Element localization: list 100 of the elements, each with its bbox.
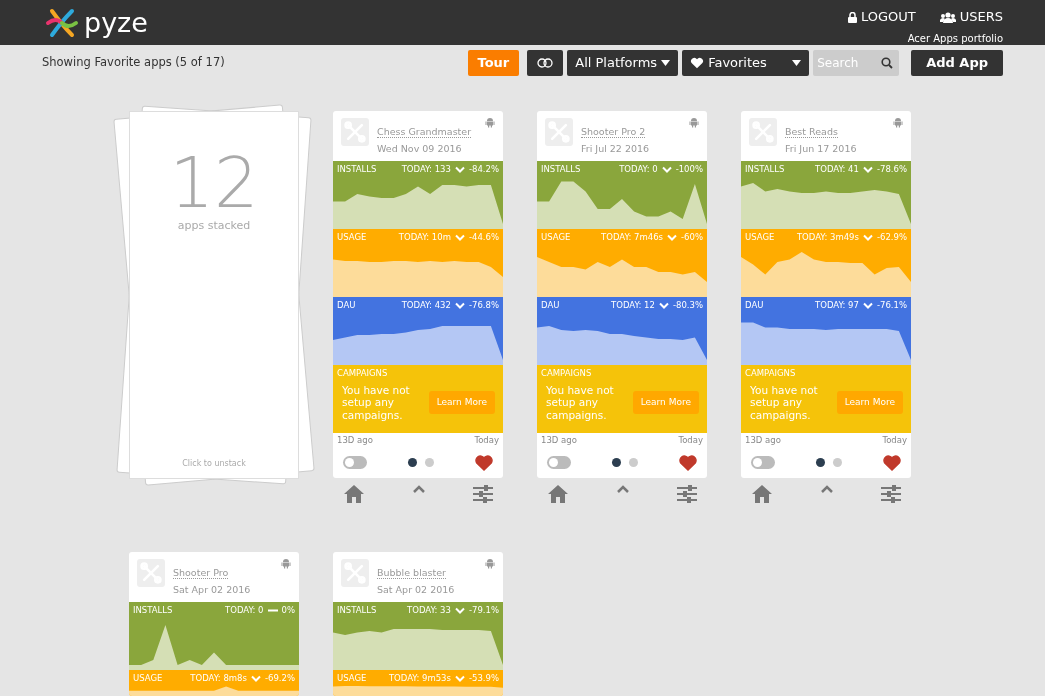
toggle-switch[interactable] bbox=[343, 456, 367, 470]
app-date: Wed Nov 09 2016 bbox=[377, 142, 463, 156]
campaigns-message: You have not setup any campaigns. bbox=[341, 383, 411, 422]
app-name-link[interactable]: Shooter Pro 2 bbox=[581, 126, 646, 138]
stack-count: 12 bbox=[169, 148, 259, 218]
range-start-label: 13D ago bbox=[745, 434, 781, 447]
page-dot[interactable] bbox=[816, 458, 825, 468]
page-dot[interactable] bbox=[612, 458, 621, 468]
android-icon bbox=[485, 117, 495, 128]
change-value: -62.9% bbox=[876, 231, 907, 244]
home-icon[interactable] bbox=[343, 483, 365, 504]
today-value: TODAY: 8m8s bbox=[190, 671, 247, 685]
android-icon bbox=[893, 117, 903, 128]
heart-icon[interactable] bbox=[475, 454, 493, 471]
app-name-link[interactable]: Bubble blaster bbox=[377, 566, 447, 579]
change-value: -78.6% bbox=[876, 163, 907, 176]
metric-label: USAGE bbox=[133, 671, 163, 685]
range-end-label: Today bbox=[678, 434, 703, 447]
page-dot[interactable] bbox=[629, 458, 638, 468]
caret-down-icon bbox=[792, 60, 802, 66]
metric-label: INSTALLS bbox=[337, 603, 377, 617]
today-value: TODAY: 0 bbox=[225, 603, 264, 617]
range-end-label: Today bbox=[882, 434, 907, 447]
unstack-hint: Click to unstack bbox=[182, 458, 246, 470]
today-value: TODAY: 0 bbox=[619, 163, 658, 176]
metric-label: USAGE bbox=[337, 671, 367, 685]
metric-label: INSTALLS bbox=[337, 163, 377, 176]
brand-name: pyze bbox=[84, 9, 148, 36]
sliders-icon[interactable] bbox=[677, 484, 697, 503]
change-value: -100% bbox=[675, 163, 703, 176]
platforms-dropdown[interactable]: All Platforms bbox=[567, 50, 679, 76]
android-icon bbox=[485, 557, 495, 569]
metric-label: DAU bbox=[541, 299, 560, 312]
toggle-switch[interactable] bbox=[751, 456, 775, 470]
today-value: TODAY: 33 bbox=[407, 603, 451, 617]
favorites-dropdown[interactable]: Favorites bbox=[682, 50, 810, 76]
change-value: -76.1% bbox=[876, 299, 907, 312]
change-value: -79.1% bbox=[468, 603, 499, 617]
stack-label: apps stacked bbox=[177, 218, 251, 234]
page-dot[interactable] bbox=[833, 458, 842, 468]
change-value: -80.3% bbox=[672, 299, 703, 312]
today-value: TODAY: 41 bbox=[815, 163, 859, 176]
metric-label: INSTALLS bbox=[133, 603, 173, 617]
page-dot[interactable] bbox=[425, 458, 434, 468]
learn-more-button[interactable]: Learn More bbox=[428, 390, 495, 415]
change-value: -44.6% bbox=[468, 231, 499, 244]
app-name-link[interactable]: Best Reads bbox=[785, 126, 838, 138]
today-value: TODAY: 7m46s bbox=[601, 231, 664, 244]
metric-label: USAGE bbox=[745, 231, 775, 244]
caret-up-icon[interactable] bbox=[617, 484, 629, 493]
add-app-button[interactable]: Add App bbox=[911, 50, 1003, 76]
range-end-label: Today bbox=[474, 434, 499, 447]
users-link[interactable]: USERS bbox=[939, 7, 1003, 27]
toggle-view-icon[interactable] bbox=[527, 50, 564, 76]
app-name-link[interactable]: Shooter Pro bbox=[173, 566, 229, 579]
range-start-label: 13D ago bbox=[337, 434, 373, 447]
tour-button[interactable]: Tour bbox=[467, 50, 520, 76]
lock-icon bbox=[847, 11, 857, 23]
campaigns-label: CAMPAIGNS bbox=[745, 367, 797, 380]
heart-icon[interactable] bbox=[679, 454, 697, 471]
heart-icon bbox=[690, 57, 705, 69]
apps-summary: Showing Favorite apps (5 of 17) bbox=[42, 54, 225, 72]
campaigns-message: You have not setup any campaigns. bbox=[545, 383, 615, 422]
logout-link[interactable]: LOGOUT bbox=[847, 7, 916, 27]
sliders-icon[interactable] bbox=[473, 484, 493, 503]
home-icon[interactable] bbox=[751, 483, 773, 504]
learn-more-button[interactable]: Learn More bbox=[836, 390, 903, 415]
android-icon bbox=[689, 117, 699, 128]
app-date: Fri Jul 22 2016 bbox=[581, 142, 650, 156]
change-value: -84.2% bbox=[468, 163, 499, 176]
home-icon[interactable] bbox=[547, 483, 569, 504]
change-value: -53.9% bbox=[468, 671, 499, 685]
search-icon[interactable] bbox=[881, 57, 894, 69]
toggle-switch[interactable] bbox=[547, 456, 571, 470]
metric-label: DAU bbox=[337, 299, 356, 312]
campaigns-label: CAMPAIGNS bbox=[541, 367, 593, 380]
learn-more-button[interactable]: Learn More bbox=[632, 390, 699, 415]
metric-label: USAGE bbox=[541, 231, 571, 244]
caret-up-icon[interactable] bbox=[413, 484, 425, 493]
android-icon bbox=[281, 557, 291, 569]
heart-icon[interactable] bbox=[883, 454, 901, 471]
page-dot[interactable] bbox=[408, 458, 417, 468]
caret-down-icon bbox=[661, 60, 671, 66]
campaigns-label: CAMPAIGNS bbox=[337, 367, 389, 380]
caret-up-icon[interactable] bbox=[821, 484, 833, 493]
change-value: -69.2% bbox=[264, 671, 295, 685]
app-date: Sat Apr 02 2016 bbox=[173, 582, 251, 597]
change-value: -76.8% bbox=[468, 299, 499, 312]
today-value: TODAY: 12 bbox=[611, 299, 655, 312]
change-value: 0% bbox=[281, 603, 295, 617]
metric-label: INSTALLS bbox=[745, 163, 785, 176]
campaigns-message: You have not setup any campaigns. bbox=[749, 383, 819, 422]
app-name-link[interactable]: Chess Grandmaster bbox=[377, 126, 472, 138]
today-value: TODAY: 432 bbox=[401, 299, 451, 312]
today-value: TODAY: 3m49s bbox=[796, 231, 859, 244]
change-value: -60% bbox=[681, 231, 703, 244]
metric-label: DAU bbox=[745, 299, 764, 312]
sliders-icon[interactable] bbox=[881, 484, 901, 503]
portfolio-label: Acer Apps portfolio bbox=[907, 31, 1003, 46]
today-value: TODAY: 97 bbox=[815, 299, 859, 312]
